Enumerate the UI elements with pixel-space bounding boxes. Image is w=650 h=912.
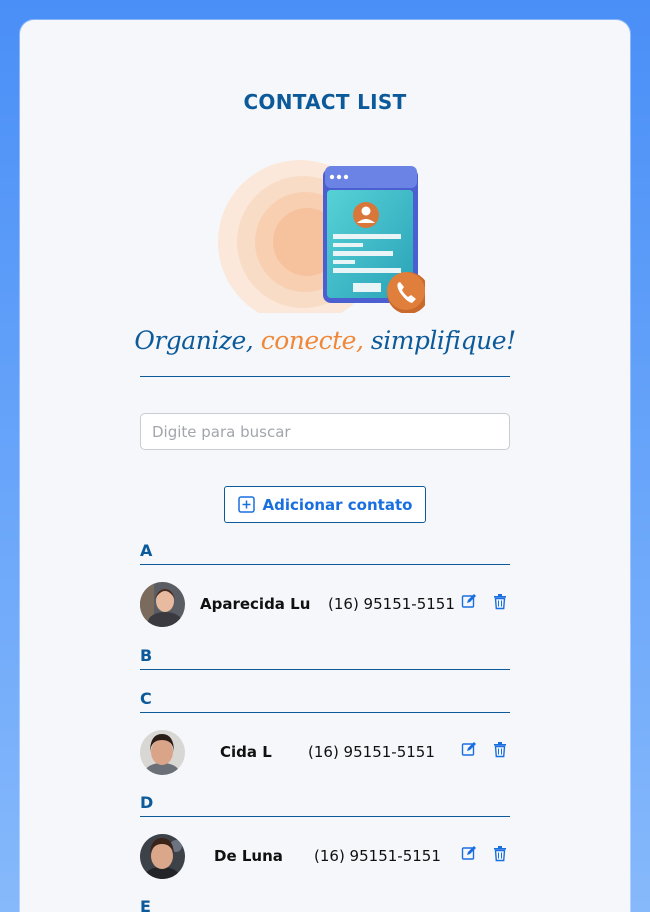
contact-name: Cida L [220,743,272,761]
slogan: Organize, conecte, simplifique! [20,326,630,355]
contact-list-card: CONTACT LIST Organize, conecte, simplifi… [20,20,630,912]
avatar [140,730,185,775]
trash-icon[interactable] [492,741,508,759]
trash-icon[interactable] [492,845,508,863]
edit-icon[interactable] [461,741,477,759]
contact-phone: (16) 95151-5151 [328,595,455,613]
contact-app-illustration [218,160,425,313]
slogan-part-1: Organize, [134,326,254,355]
plus-square-icon [237,496,255,513]
add-contact-button[interactable]: Adicionar contato [224,486,426,523]
contact-phone: (16) 95151-5151 [308,743,435,761]
contact-name: Aparecida Lu [200,595,311,613]
group-header-c: C [140,689,510,713]
page-title: CONTACT LIST [243,90,407,114]
contact-row[interactable]: Cida L (16) 95151-5151 [140,730,520,776]
avatar [140,834,185,879]
trash-icon[interactable] [492,593,508,611]
edit-icon[interactable] [461,845,477,863]
contact-row[interactable]: De Luna (16) 95151-5151 [140,834,520,880]
contact-row[interactable]: Aparecida Lu (16) 95151-5151 [140,582,520,628]
divider [140,376,510,377]
contact-name: De Luna [214,847,283,865]
group-header-a: A [140,541,510,565]
slogan-part-2: conecte, [260,326,364,355]
contact-phone: (16) 95151-5151 [314,847,441,865]
group-header-d: D [140,793,510,817]
edit-icon[interactable] [461,593,477,611]
add-contact-label: Adicionar contato [262,495,413,514]
slogan-part-3: simplifique! [370,326,516,355]
group-header-b: B [140,646,510,670]
search-input[interactable] [140,413,510,450]
group-header-e: E [140,897,510,912]
avatar [140,582,185,627]
